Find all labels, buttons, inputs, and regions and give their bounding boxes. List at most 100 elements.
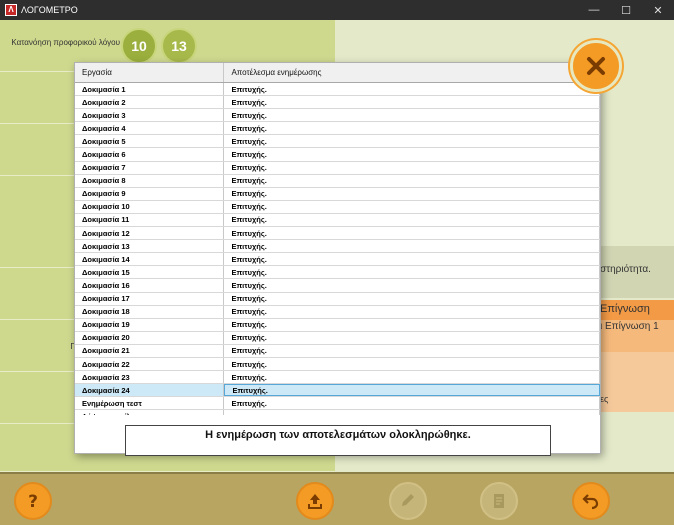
close-dialog-button[interactable] (570, 40, 622, 92)
result-cell: Επιτυχής. (224, 161, 600, 174)
back-arrow-icon (582, 494, 599, 510)
table-row[interactable]: Δοκιμασία 17 Επιτυχής. (75, 292, 600, 306)
result-cell: Επιτυχής. (224, 96, 600, 109)
result-cell (224, 410, 600, 415)
table-row[interactable]: Δοκιμασία 19 Επιτυχής. (75, 318, 600, 332)
task-cell: Δοκιμασία 3 (75, 109, 225, 122)
task-cell: Δοκιμασία 20 (75, 331, 225, 344)
table-row[interactable]: Δοκιμασία 10 Επιτυχής. (75, 200, 600, 214)
table-row[interactable]: Ενημέρωση τεστ Επιτυχής. (75, 397, 600, 411)
close-icon (587, 57, 605, 75)
result-cell: Επιτυχής. (224, 384, 600, 397)
table-row[interactable]: Δοκιμασία 23 Επιτυχής. (75, 371, 600, 385)
back-button[interactable] (572, 482, 610, 520)
help-button[interactable]: ? (14, 482, 52, 520)
task-cell: Δοκιμασία 8 (75, 174, 225, 187)
table-row[interactable]: Δοκιμασία 5 Επιτυχής. (75, 135, 600, 149)
score-badge[interactable]: 10 (121, 28, 157, 64)
result-cell: Επιτυχής. (224, 109, 600, 122)
result-cell: Επιτυχής. (224, 213, 600, 227)
table-row[interactable]: Δοκιμασία 8 Επιτυχής. (75, 174, 600, 188)
svg-text:?: ? (28, 492, 38, 511)
table-row[interactable]: Δοκιμασία 18 Επιτυχής. (75, 305, 600, 319)
column-header-task[interactable]: Εργασία (75, 63, 225, 82)
task-cell: Δοκιμασία 24 (75, 384, 225, 397)
task-cell: Ενημέρωση τεστ (75, 397, 225, 410)
result-cell: Επιτυχής. (224, 227, 600, 240)
task-cell: Δοκιμασία 23 (75, 371, 225, 384)
table-row[interactable]: Δοκιμασία 3 Επιτυχής. (75, 109, 600, 123)
upload-icon (308, 494, 322, 509)
table-row[interactable]: Δοκιμασία 16 Επιτυχής. (75, 279, 600, 293)
task-cell: Δοκιμασία 6 (75, 148, 225, 161)
result-cell: Επιτυχής. (224, 240, 600, 253)
bottom-toolbar: ? (0, 472, 674, 525)
result-cell: Επιτυχής. (224, 122, 600, 135)
minimize-button[interactable]: — (578, 0, 610, 20)
close-window-button[interactable]: ✕ (642, 0, 674, 20)
table-row[interactable]: Δοκιμασία 9 Επιτυχής. (75, 187, 600, 201)
table-row[interactable]: Λήψη προφίλ (75, 410, 600, 415)
grid-header: Εργασία Αποτέλεσμα ενημέρωσης (75, 63, 600, 83)
task-cell: Δοκιμασία 13 (75, 240, 225, 253)
column-header-result[interactable]: Αποτέλεσμα ενημέρωσης (224, 63, 600, 82)
result-text: Επίγνωση (600, 303, 650, 315)
task-cell: Δοκιμασία 21 (75, 344, 225, 357)
edit-profile-button[interactable] (389, 482, 427, 520)
update-results-dialog: Εργασία Αποτέλεσμα ενημέρωσης Δοκιμασία … (74, 62, 601, 456)
table-row[interactable]: Δοκιμασία 12 Επιτυχής. (75, 227, 600, 241)
table-row[interactable]: Δοκιμασία 13 Επιτυχής. (75, 240, 600, 254)
table-row[interactable]: Δοκιμασία 21 Επιτυχής. (75, 344, 600, 358)
task-cell: Δοκιμασία 4 (75, 122, 225, 135)
results-grid[interactable]: Δοκιμασία 1 Επιτυχής. Δοκιμασία 2 Επιτυχής.… (75, 83, 600, 415)
result-cell: Επιτυχής. (224, 135, 600, 148)
result-cell: Επιτυχής. (224, 331, 600, 344)
title-bar: Λ ΛΟΓΟΜΕΤΡΟ — ☐ ✕ (0, 0, 674, 20)
table-row[interactable]: Δοκιμασία 1 Επιτυχής. (75, 83, 600, 97)
result-text: ες (600, 394, 609, 404)
task-cell: Δοκιμασία 22 (75, 357, 225, 371)
table-row[interactable]: Δοκιμασία 14 Επιτυχής. (75, 253, 600, 267)
task-cell: Δοκιμασία 9 (75, 187, 225, 200)
table-row[interactable]: Δοκιμασία 24 Επιτυχής. (75, 384, 600, 398)
result-cell: Επιτυχής. (224, 357, 600, 371)
table-row[interactable]: Δοκιμασία 22 Επιτυχής. (75, 357, 600, 372)
result-cell: Επιτυχής. (224, 253, 600, 266)
table-row[interactable]: Δοκιμασία 2 Επιτυχής. (75, 96, 600, 110)
result-cell: Επιτυχής. (224, 344, 600, 357)
result-cell: Επιτυχής. (224, 148, 600, 161)
maximize-button[interactable]: ☐ (610, 0, 642, 20)
status-message: Η ενημέρωση των αποτελεσμάτων ολοκληρώθη… (125, 425, 551, 456)
result-text: ι Επίγνωση 1 (600, 321, 659, 332)
task-cell: Δοκιμασία 16 (75, 279, 225, 292)
task-cell: Δοκιμασία 1 (75, 83, 225, 96)
document-icon (494, 494, 504, 508)
table-row[interactable]: Δοκιμασία 6 Επιτυχής. (75, 148, 600, 162)
table-row[interactable]: Δοκιμασία 4 Επιτυχής. (75, 122, 600, 136)
app-icon: Λ (5, 4, 17, 16)
result-text: στηριότητα. (600, 264, 651, 275)
result-cell: Επιτυχής. (224, 371, 600, 384)
upload-button[interactable] (296, 482, 334, 520)
result-cell: Επιτυχής. (224, 279, 600, 292)
task-cell: Δοκιμασία 15 (75, 266, 225, 279)
report-button[interactable] (480, 482, 518, 520)
task-cell: Δοκιμασία 5 (75, 135, 225, 148)
result-cell: Επιτυχής. (224, 318, 600, 331)
result-cell: Επιτυχής. (224, 174, 600, 187)
result-cell: Επιτυχής. (224, 187, 600, 200)
table-row[interactable]: Δοκιμασία 11 Επιτυχής. (75, 213, 600, 228)
window-title: ΛΟΓΟΜΕΤΡΟ (21, 5, 78, 15)
task-cell: Δοκιμασία 2 (75, 96, 225, 109)
task-cell: Δοκιμασία 11 (75, 213, 225, 227)
task-cell: Δοκιμασία 14 (75, 253, 225, 266)
score-badge[interactable]: 13 (161, 28, 197, 64)
task-cell: Δοκιμασία 18 (75, 305, 225, 318)
table-row[interactable]: Δοκιμασία 20 Επιτυχής. (75, 331, 600, 345)
score-row: 10 13 (121, 28, 201, 64)
menu-item-label: Κατανόηση προφορικού λόγου (11, 38, 120, 47)
table-row[interactable]: Δοκιμασία 7 Επιτυχής. (75, 161, 600, 175)
result-cell: Επιτυχής. (224, 200, 600, 213)
result-cell: Επιτυχής. (224, 83, 600, 96)
table-row[interactable]: Δοκιμασία 15 Επιτυχής. (75, 266, 600, 280)
